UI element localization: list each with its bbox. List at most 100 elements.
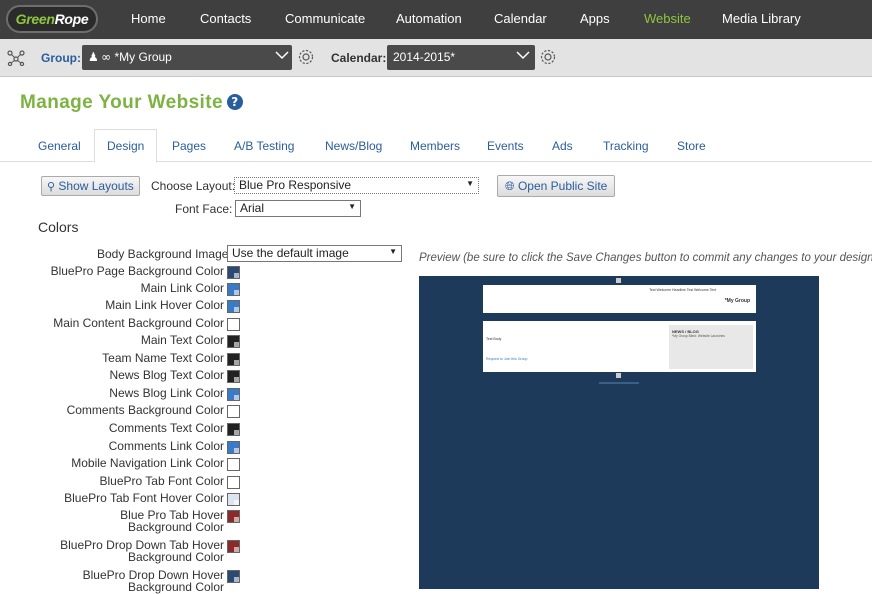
- nav-media-library[interactable]: Media Library: [722, 11, 801, 26]
- color-swatch[interactable]: [227, 370, 240, 383]
- tab-general[interactable]: General: [38, 139, 81, 153]
- color-row-label: Comments Text Color: [108, 421, 224, 435]
- page-title: Manage Your Website?: [20, 92, 243, 114]
- color-row-label: Main Link Hover Color: [105, 298, 224, 312]
- design-preview: Test Welcome Headline Test Welcome Text …: [419, 276, 819, 589]
- color-row-label: Main Content Background Color: [53, 316, 224, 330]
- color-swatch[interactable]: [227, 405, 240, 418]
- color-row-label: BluePro Page Background Color: [50, 264, 224, 278]
- question-circle-icon[interactable]: ?: [226, 94, 243, 110]
- body-bg-image-label: Body Background Image: [97, 247, 229, 261]
- color-row-label: Comments Link Color: [108, 439, 224, 453]
- group-label: Group:: [41, 51, 81, 65]
- layout-dropdown-icon: ▼: [466, 179, 474, 188]
- color-row-label: Mobile Navigation Link Color: [71, 456, 224, 470]
- color-swatch[interactable]: [227, 476, 240, 489]
- color-swatch[interactable]: [227, 540, 240, 553]
- tab-members[interactable]: Members: [410, 139, 460, 153]
- color-swatch[interactable]: [227, 493, 240, 506]
- logo-text-green: Green: [15, 11, 55, 27]
- color-row-label: Team Name Text Color: [102, 351, 224, 365]
- color-swatch[interactable]: [227, 458, 240, 471]
- nav-website[interactable]: Website: [644, 11, 691, 26]
- calendar-label: Calendar:: [331, 51, 387, 65]
- color-swatch[interactable]: [227, 510, 240, 523]
- nav-automation[interactable]: Automation: [396, 11, 462, 26]
- greenrope-logo[interactable]: Green Rope: [6, 5, 98, 33]
- font-dropdown-icon: ▼: [348, 202, 356, 211]
- preview-menu: Text Link Calendar Events List Group Mem…: [483, 314, 756, 328]
- tab-bar: General Design Pages A/B Testing News/Bl…: [0, 129, 872, 163]
- preview-content: Test Body Request to Join this Group NEW…: [483, 321, 756, 372]
- colors-heading: Colors: [38, 219, 79, 235]
- tab-news-blog[interactable]: News/Blog: [325, 139, 382, 153]
- color-row-label: BluePro Drop Down Hover Background Color: [82, 568, 224, 594]
- color-swatch[interactable]: [227, 300, 240, 313]
- body-bg-dropdown-icon: ▼: [389, 247, 397, 256]
- preview-welcome: Test Welcome Headline Test Welcome Text: [649, 288, 716, 292]
- group-select[interactable]: ♟ ∞ *My Group: [82, 45, 292, 70]
- calendar-select[interactable]: 2014-2015*: [387, 45, 535, 70]
- layout-select-value: Blue Pro Responsive: [239, 178, 352, 192]
- nav-apps[interactable]: Apps: [580, 11, 610, 26]
- color-swatch[interactable]: [227, 266, 240, 279]
- open-public-site-label: Open Public Site: [517, 179, 608, 193]
- calendar-select-value: 2014-2015*: [393, 50, 456, 64]
- choose-layout-label: Choose Layout:: [151, 179, 236, 193]
- color-swatch[interactable]: [227, 335, 240, 348]
- body-bg-image-select[interactable]: Use the default image ▼: [227, 245, 402, 262]
- color-row-label: News Blog Link Color: [109, 386, 224, 400]
- color-swatch[interactable]: [227, 353, 240, 366]
- top-navigation: Green Rope Home Contacts Communicate Auto…: [0, 0, 872, 39]
- font-face-select[interactable]: Arial ▼: [235, 200, 361, 217]
- color-swatch[interactable]: [227, 423, 240, 436]
- color-swatch[interactable]: [227, 570, 240, 583]
- preview-group-name: *My Group: [724, 298, 750, 304]
- color-row-label: BluePro Tab Font Color: [99, 474, 224, 488]
- show-layouts-button[interactable]: ⚲ Show Layouts: [41, 176, 140, 196]
- nav-calendar[interactable]: Calendar: [494, 11, 547, 26]
- open-public-site-button[interactable]: 🌐︎ Open Public Site: [497, 175, 616, 197]
- color-row-label: News Blog Text Color: [109, 368, 225, 382]
- group-select-value: *My Group: [114, 50, 172, 64]
- preview-body-text: Test Body: [486, 337, 502, 341]
- tab-ads[interactable]: Ads: [552, 139, 573, 153]
- tab-tracking[interactable]: Tracking: [603, 139, 649, 153]
- calendar-chevron-down-icon: [516, 51, 530, 60]
- preview-news-text: *My Group Blind: Website Launches: [672, 334, 725, 338]
- tab-store[interactable]: Store: [677, 139, 706, 153]
- color-swatch[interactable]: [227, 318, 240, 331]
- page-title-text: Manage Your Website: [20, 92, 223, 113]
- color-swatch[interactable]: [227, 441, 240, 454]
- group-bar: Group: ♟ ∞ *My Group Calendar: 2014-2015…: [0, 39, 872, 77]
- group-users-icon: ♟: [88, 50, 102, 64]
- preview-footer-line: [599, 382, 639, 384]
- logo-text-rope: Rope: [54, 11, 89, 27]
- preview-news-panel: NEWS / BLOG *My Group Blind: Website Lau…: [669, 325, 753, 369]
- tab-events[interactable]: Events: [487, 139, 524, 153]
- preview-label: Preview (be sure to click the Save Chang…: [419, 252, 872, 264]
- preview-header: Test Welcome Headline Test Welcome Text …: [483, 285, 756, 313]
- nav-home[interactable]: Home: [131, 11, 166, 26]
- nav-contacts[interactable]: Contacts: [200, 11, 251, 26]
- color-row-label: BluePro Drop Down Tab Hover Background C…: [60, 538, 224, 564]
- layout-select[interactable]: Blue Pro Responsive ▼: [234, 177, 479, 194]
- tab-pages[interactable]: Pages: [172, 139, 206, 153]
- font-face-value: Arial: [240, 201, 265, 215]
- network-icon[interactable]: [7, 50, 25, 66]
- tab-design[interactable]: Design: [94, 129, 158, 163]
- group-gear-icon[interactable]: [297, 48, 315, 66]
- color-swatch[interactable]: [227, 283, 240, 296]
- font-face-label: Font Face:: [175, 202, 233, 216]
- group-link-icon: ∞: [101, 50, 112, 64]
- color-swatch[interactable]: [227, 388, 240, 401]
- calendar-gear-icon[interactable]: [539, 48, 557, 66]
- preview-request-link: Request to Join this Group: [486, 357, 528, 361]
- preview-broken-image-icon: [616, 278, 621, 283]
- globe-icon: 🌐︎: [505, 179, 515, 193]
- color-row-label: Comments Background Color: [66, 403, 224, 417]
- tab-ab-testing[interactable]: A/B Testing: [234, 139, 294, 153]
- nav-communicate[interactable]: Communicate: [285, 11, 365, 26]
- color-row-label: Main Link Color: [140, 281, 224, 295]
- color-row-label: BluePro Tab Font Hover Color: [64, 491, 224, 505]
